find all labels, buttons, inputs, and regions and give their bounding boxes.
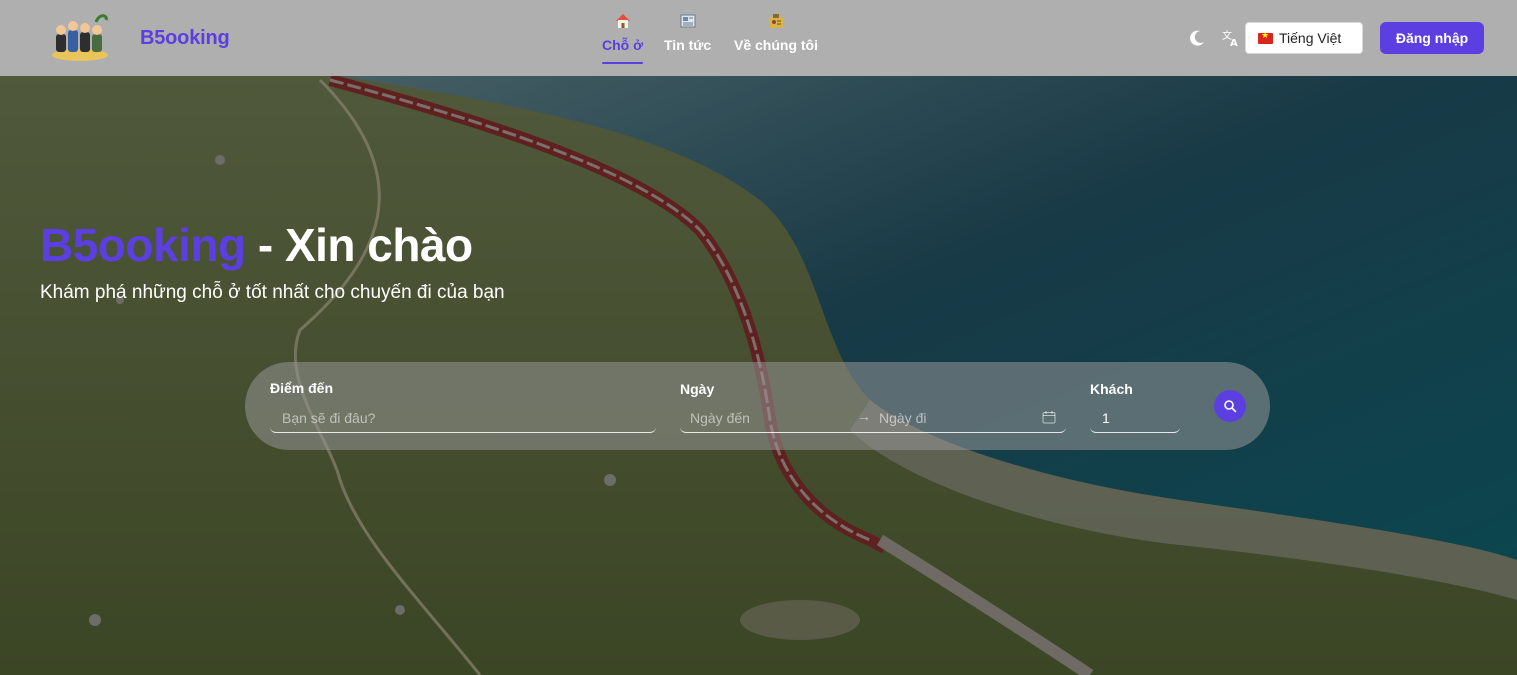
search-bar: Điểm đến Ngày Ngày đến → Ngày đi Khách — [245, 362, 1270, 450]
language-select[interactable]: Tiếng Việt — [1245, 22, 1363, 54]
translate-icon[interactable]: 文 A — [1221, 28, 1241, 48]
house-icon — [615, 14, 630, 28]
nav-label: Tin tức — [664, 37, 712, 53]
arrow-right-icon: → — [857, 408, 871, 424]
destination-input[interactable] — [270, 403, 656, 433]
hero-background-image — [0, 0, 1517, 675]
hero-title-greeting: - Xin chào — [245, 219, 473, 271]
destination-label: Điểm đến — [270, 380, 334, 396]
svg-text:A: A — [1230, 38, 1238, 48]
nav-tab-news[interactable]: Tin tức — [664, 12, 711, 53]
hero-title: B5ooking - Xin chào — [40, 218, 473, 272]
search-button[interactable] — [1214, 390, 1246, 422]
hero-title-brand: B5ooking — [40, 219, 246, 271]
nav-label: Chỗ ở — [602, 37, 644, 53]
date-label: Ngày — [680, 381, 715, 397]
search-icon — [1224, 400, 1237, 413]
login-button[interactable]: Đăng nhập — [1380, 22, 1484, 54]
brand-name[interactable]: B5ooking — [140, 27, 230, 50]
nav-label: Về chúng tôi — [734, 37, 818, 53]
nav-tab-accommodation[interactable]: Chỗ ở — [602, 12, 644, 64]
active-tab-indicator — [602, 62, 644, 64]
vietnam-flag-icon — [1258, 30, 1273, 44]
checkout-date-placeholder[interactable]: Ngày đi — [879, 410, 926, 426]
guests-label: Khách — [1090, 381, 1133, 397]
language-selected-label: Tiếng Việt — [1279, 30, 1342, 46]
date-range-picker[interactable]: Ngày đến → Ngày đi — [680, 403, 1066, 433]
newspaper-icon — [680, 14, 696, 28]
hero-subtitle: Khám phá những chỗ ở tốt nhất cho chuyến… — [40, 282, 505, 303]
checkin-date-placeholder[interactable]: Ngày đến — [690, 410, 750, 426]
logo-icon[interactable] — [50, 12, 110, 62]
nav-tab-about[interactable]: Về chúng tôi — [734, 12, 818, 53]
top-navbar: B5ooking Chỗ ở Tin tức Về chúng tôi 文 A … — [0, 0, 1517, 76]
badge-icon — [769, 14, 783, 28]
calendar-icon — [1042, 411, 1056, 424]
dark-mode-moon-icon[interactable] — [1187, 28, 1207, 48]
guests-input[interactable] — [1090, 403, 1180, 433]
